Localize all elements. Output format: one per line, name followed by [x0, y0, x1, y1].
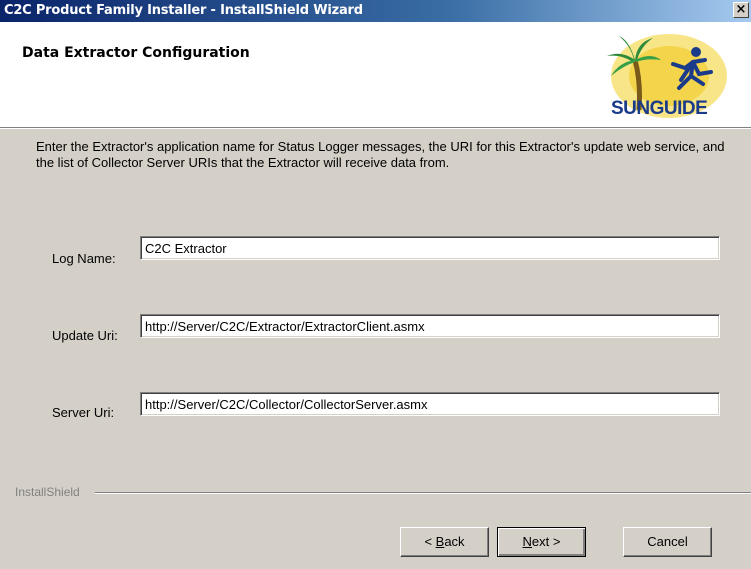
close-icon: ×: [735, 2, 747, 17]
server-uri-label: Server Uri:: [52, 405, 115, 420]
back-rest: ack: [444, 534, 465, 549]
page-title: Data Extractor Configuration: [22, 45, 250, 61]
runner-head: [691, 47, 701, 57]
description-text: Enter the Extractor's application name f…: [36, 139, 725, 170]
next-mnemonic: N: [522, 534, 532, 549]
update-uri-input[interactable]: [140, 314, 720, 338]
logo-text: SUNGUIDE: [611, 98, 707, 119]
footer-separator: [95, 492, 751, 494]
installer-window: C2C Product Family Installer - InstallSh…: [0, 0, 751, 569]
header-separator: [0, 127, 751, 129]
update-uri-label: Update Uri:: [52, 328, 118, 343]
sunguide-logo: SUNGUIDE: [607, 34, 727, 119]
wizard-header: Data Extractor Configuration SUNGUIDE: [0, 22, 751, 127]
close-button[interactable]: ×: [733, 2, 749, 18]
cancel-label: Cancel: [647, 534, 688, 549]
back-button[interactable]: < Back: [400, 527, 489, 557]
title-bar[interactable]: C2C Product Family Installer - InstallSh…: [0, 0, 751, 22]
cancel-button[interactable]: Cancel: [623, 527, 712, 557]
server-uri-input[interactable]: [140, 392, 720, 416]
next-button[interactable]: Next >: [497, 527, 586, 557]
window-title: C2C Product Family Installer - InstallSh…: [4, 3, 363, 18]
next-rest: ext >: [531, 534, 561, 549]
installshield-brand: InstallShield: [15, 485, 86, 499]
log-name-input[interactable]: [140, 236, 720, 260]
back-prefix: <: [424, 534, 436, 549]
log-name-label: Log Name:: [52, 251, 116, 266]
